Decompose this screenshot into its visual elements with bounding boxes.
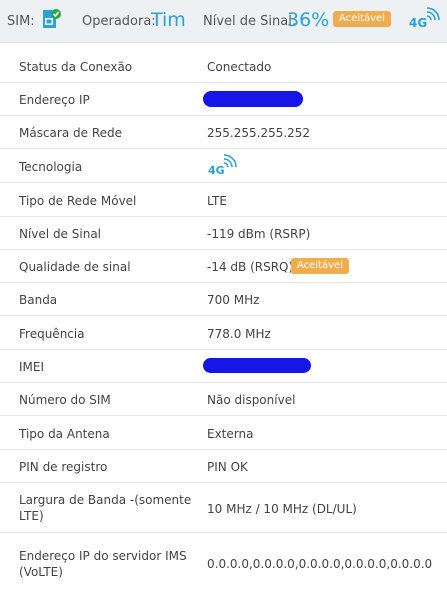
signal-quality-badge: Aceitável: [333, 11, 391, 27]
row-value: LTE: [207, 194, 227, 208]
row-label: Nível de Sinal: [19, 227, 102, 241]
table-row: Endereço IP do servidor IMS (VoLTE) 0.0.…: [0, 533, 447, 589]
table-row: Nível de Sinal -119 dBm (RSRP): [0, 217, 447, 250]
row-label: Endereço IP: [19, 93, 90, 107]
table-row: Largura de Banda -(somente LTE) 10 MHz /…: [0, 483, 447, 533]
connection-details-table: Status da Conexão Conectado Endereço IP …: [0, 49, 447, 589]
row-label: Banda: [19, 293, 58, 307]
row-label: Máscara de Rede: [19, 126, 123, 140]
row-value: -14 dB (RSRQ): [207, 260, 294, 274]
table-row: Status da Conexão Conectado: [0, 49, 447, 83]
signal-quality-badge: Aceitável: [291, 258, 349, 274]
row-label: Tipo de Rede Móvel: [19, 194, 137, 208]
row-label: Largura de Banda -(somente LTE): [19, 493, 192, 523]
sim-label: SIM:: [7, 14, 35, 29]
row-label: Endereço IP do servidor IMS (VoLTE): [19, 549, 187, 579]
table-row: Banda 700 MHz: [0, 283, 447, 316]
row-value: PIN OK: [207, 460, 248, 474]
row-value: -119 dBm (RSRP): [207, 227, 311, 241]
row-label: Número do SIM: [19, 393, 111, 407]
row-value: 0.0.0.0,0.0.0.0,0.0.0.0,0.0.0.0,0.0.0.0: [207, 557, 433, 571]
table-row: Frequência 778.0 MHz: [0, 316, 447, 350]
redacted-ip-address: [203, 91, 303, 107]
row-value: Conectado: [207, 60, 272, 74]
row-value: 700 MHz: [207, 293, 260, 307]
row-value: 778.0 MHz: [207, 327, 271, 341]
operator-label: Operadora:: [82, 14, 156, 29]
signal-percent: 36%: [287, 9, 330, 31]
row-label: Status da Conexão: [19, 60, 133, 74]
table-row: Qualidade de sinal -14 dB (RSRQ) Aceitáv…: [0, 250, 447, 283]
table-row: Tipo de Rede Móvel LTE: [0, 183, 447, 217]
row-value: Não disponível: [207, 393, 296, 407]
svg-text:4G: 4G: [208, 164, 225, 177]
table-row: IMEI: [0, 350, 447, 383]
row-label: Qualidade de sinal: [19, 260, 131, 274]
status-bar: SIM: Operadora: Tim Nível de Sinal: 36% …: [0, 0, 447, 43]
row-value: 255.255.255.252: [207, 126, 311, 140]
table-row: Máscara de Rede 255.255.255.252: [0, 116, 447, 149]
table-row: Endereço IP: [0, 83, 447, 116]
row-label: Tecnologia: [19, 160, 83, 174]
row-value: Externa: [207, 427, 254, 441]
4g-signal-icon: 4G: [408, 6, 440, 34]
operator-value: Tim: [151, 9, 186, 31]
table-row: PIN de registro PIN OK: [0, 450, 447, 483]
svg-text:4G: 4G: [409, 16, 427, 30]
row-label: PIN de registro: [19, 460, 108, 474]
signal-label: Nível de Sinal:: [203, 14, 297, 29]
redacted-imei: [203, 358, 311, 373]
row-label: Tipo da Antena: [19, 427, 110, 441]
row-value: 10 MHz / 10 MHz (DL/UL): [207, 502, 357, 516]
row-label: Frequência: [19, 327, 85, 341]
row-label: IMEI: [19, 360, 45, 374]
sim-card-icon: [41, 8, 61, 34]
table-row: Número do SIM Não disponível: [0, 383, 447, 416]
table-row: Tipo da Antena Externa: [0, 416, 447, 450]
4g-technology-icon: 4G: [207, 153, 237, 181]
table-row: Tecnologia 4G: [0, 149, 447, 183]
